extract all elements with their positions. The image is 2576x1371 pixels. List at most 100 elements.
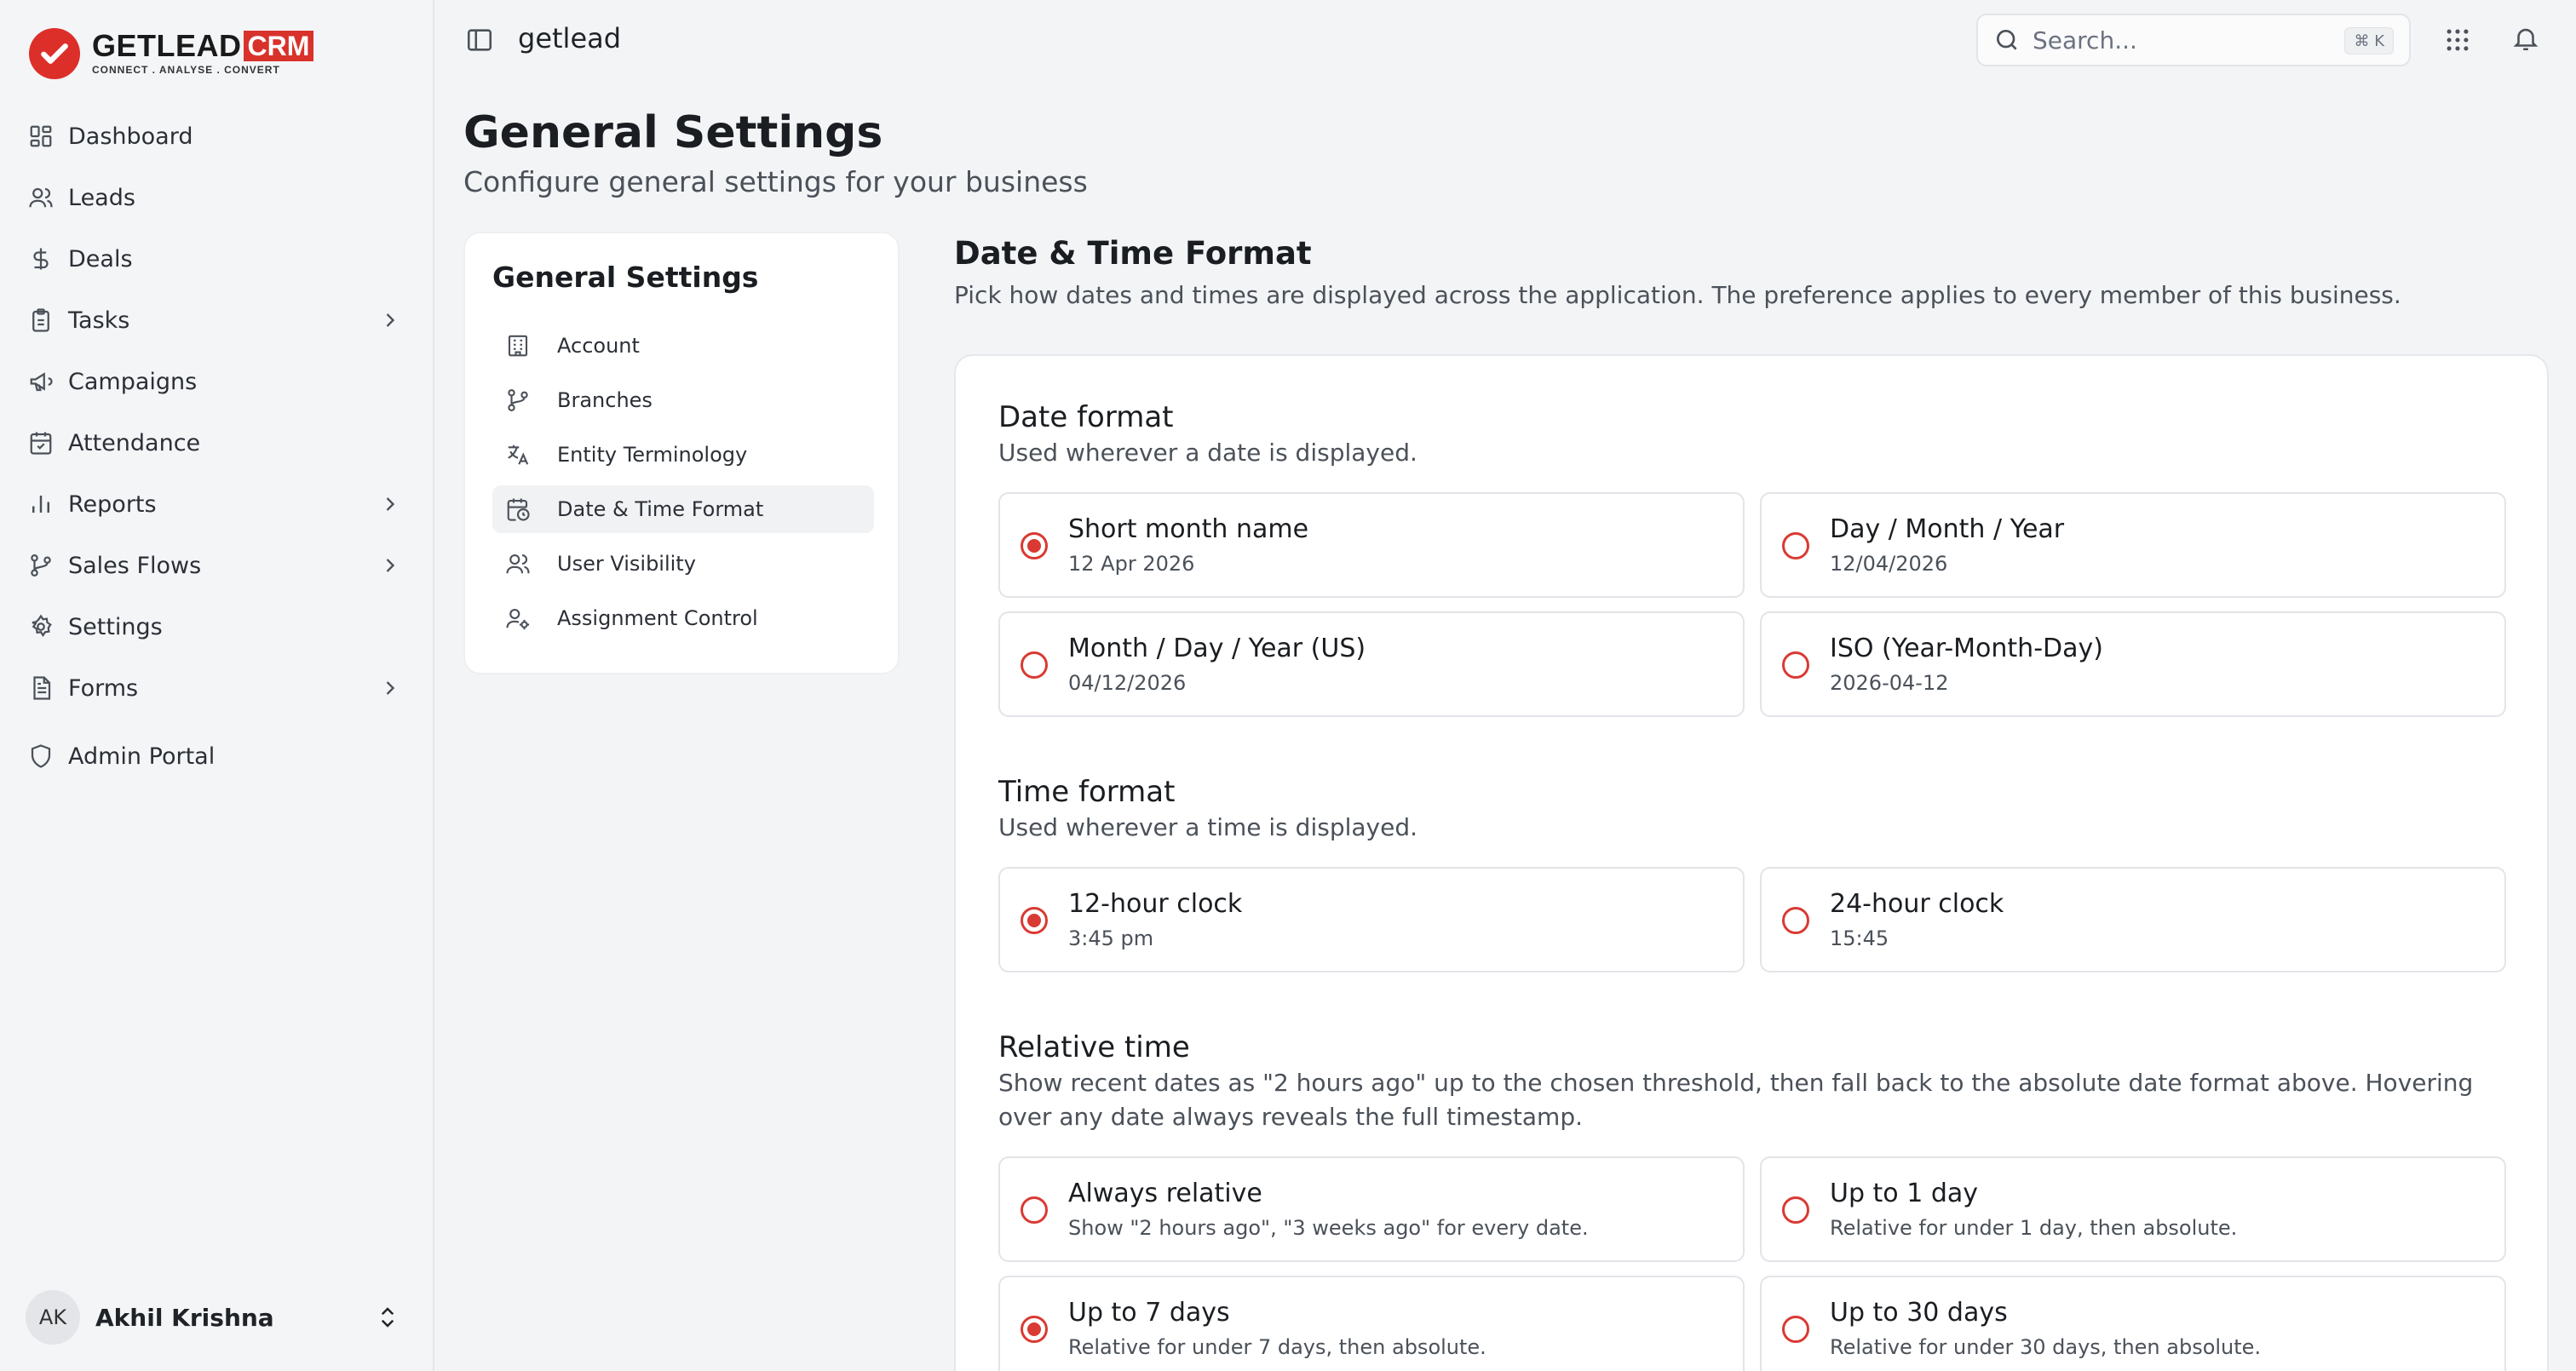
checkmark-logo-icon [29, 28, 80, 79]
sidebar-item-label: Campaigns [68, 368, 198, 395]
option-label: Up to 30 days [1830, 1298, 2008, 1328]
sidebar-item-sales-flows[interactable]: Sales Flows [15, 535, 421, 596]
sidebar-toggle-icon[interactable] [465, 26, 496, 56]
calendar-check-icon [27, 429, 55, 456]
date-format-option-short-month[interactable]: Short month name 12 Apr 2026 [998, 492, 1745, 598]
time-format-option-12h[interactable]: 12-hour clock 3:45 pm [998, 867, 1745, 972]
settings-menu-item-assignment-control[interactable]: Assignment Control [492, 594, 874, 642]
settings-menu-item-account[interactable]: Account [492, 322, 874, 370]
settings-menu-item-branches[interactable]: Branches [492, 376, 874, 424]
date-time-settings-card: Date format Used wherever a date is disp… [954, 354, 2549, 1371]
settings-menu-label: Assignment Control [557, 606, 758, 630]
sidebar-item-admin-portal[interactable]: Admin Portal [15, 726, 421, 787]
date-format-title: Date format [998, 400, 1174, 434]
workspace-name[interactable]: getlead [518, 22, 621, 54]
brand-logo[interactable]: GETLEAD CRM CONNECT . ANALYSE . CONVERT [29, 27, 314, 80]
sidebar-item-leads[interactable]: Leads [15, 167, 421, 228]
option-label: ISO (Year-Month-Day) [1830, 634, 2103, 663]
settings-menu-card: General Settings Account Branches Entity… [463, 232, 900, 674]
chevron-right-icon[interactable] [378, 308, 402, 332]
date-format-option-dmy[interactable]: Day / Month / Year 12/04/2026 [1760, 492, 2506, 598]
relative-time-title: Relative time [998, 1030, 1190, 1064]
radio-selected[interactable] [1021, 907, 1048, 934]
git-branch-icon [27, 552, 55, 579]
brand-name: GETLEAD [92, 28, 242, 63]
relative-time-description: Show recent dates as "2 hours ago" up to… [998, 1069, 2474, 1131]
option-example: Relative for under 30 days, then absolut… [1830, 1335, 2262, 1359]
settings-menu-title: General Settings [492, 261, 759, 294]
chevron-right-icon[interactable] [378, 554, 402, 577]
calendar-clock-icon [504, 496, 532, 523]
sidebar-item-label: Leads [68, 184, 135, 211]
radio-unselected[interactable] [1021, 1196, 1048, 1224]
time-format-title: Time format [998, 775, 1176, 809]
users-icon [504, 550, 532, 577]
settings-menu-label: Account [557, 334, 640, 358]
shield-icon [27, 743, 55, 770]
sidebar-item-label: Reports [68, 490, 157, 518]
sidebar-nav: Dashboard Leads Deals Tasks Campaigns At… [15, 106, 421, 787]
page-title: General Settings [463, 107, 883, 158]
sidebar-item-label: Attendance [68, 429, 201, 456]
section-title: Date & Time Format [954, 235, 1312, 272]
option-label: Always relative [1068, 1179, 1262, 1208]
search-placeholder: Search... [2033, 26, 2137, 54]
radio-unselected[interactable] [1782, 907, 1809, 934]
radio-selected[interactable] [1021, 1316, 1048, 1343]
relative-time-option-30-days[interactable]: Up to 30 days Relative for under 30 days… [1760, 1276, 2506, 1371]
date-format-option-mdy[interactable]: Month / Day / Year (US) 04/12/2026 [998, 611, 1745, 717]
radio-unselected[interactable] [1782, 1196, 1809, 1224]
dashboard-icon [27, 123, 55, 150]
sidebar-item-label: Dashboard [68, 123, 193, 150]
users-icon [27, 184, 55, 211]
settings-menu-label: Entity Terminology [557, 443, 748, 467]
settings-menu-label: Branches [557, 388, 653, 412]
sidebar-item-attendance[interactable]: Attendance [15, 412, 421, 473]
radio-selected[interactable] [1021, 532, 1048, 559]
radio-unselected[interactable] [1782, 532, 1809, 559]
option-example: Show "2 hours ago", "3 weeks ago" for ev… [1068, 1216, 1589, 1240]
sidebar-item-forms[interactable]: Forms [15, 657, 421, 719]
sidebar-item-reports[interactable]: Reports [15, 473, 421, 535]
sidebar-item-campaigns[interactable]: Campaigns [15, 351, 421, 412]
clipboard-icon [27, 307, 55, 334]
date-format-description: Used wherever a date is displayed. [998, 439, 1417, 467]
form-icon [27, 674, 55, 702]
user-menu[interactable]: AK Akhil Krishna [26, 1288, 409, 1347]
option-example: 15:45 [1830, 926, 1889, 950]
option-example: 3:45 pm [1068, 926, 1154, 950]
radio-unselected[interactable] [1021, 651, 1048, 679]
gear-icon [27, 613, 55, 640]
megaphone-icon [27, 368, 55, 395]
option-example: 2026-04-12 [1830, 671, 1949, 695]
option-example: Relative for under 7 days, then absolute… [1068, 1335, 1486, 1359]
settings-menu-item-user-visibility[interactable]: User Visibility [492, 540, 874, 588]
user-gear-icon [504, 605, 532, 632]
settings-menu-item-entity-terminology[interactable]: Entity Terminology [492, 431, 874, 479]
radio-unselected[interactable] [1782, 651, 1809, 679]
chevrons-up-down-icon[interactable] [375, 1305, 400, 1330]
relative-time-option-7-days[interactable]: Up to 7 days Relative for under 7 days, … [998, 1276, 1745, 1371]
option-label: Day / Month / Year [1830, 514, 2065, 544]
sidebar-item-deals[interactable]: Deals [15, 228, 421, 290]
apps-grid-icon[interactable] [2443, 26, 2472, 54]
time-format-option-24h[interactable]: 24-hour clock 15:45 [1760, 867, 2506, 972]
search-input[interactable]: Search... ⌘ K [1976, 14, 2411, 66]
sidebar-item-tasks[interactable]: Tasks [15, 290, 421, 351]
settings-menu-item-date-time-format[interactable]: Date & Time Format [492, 485, 874, 533]
relative-time-option-always[interactable]: Always relative Show "2 hours ago", "3 w… [998, 1156, 1745, 1262]
relative-time-option-1-day[interactable]: Up to 1 day Relative for under 1 day, th… [1760, 1156, 2506, 1262]
option-label: 12-hour clock [1068, 889, 1243, 919]
bell-icon[interactable] [2511, 24, 2542, 54]
sidebar-item-label: Settings [68, 613, 163, 640]
chevron-right-icon[interactable] [378, 676, 402, 700]
settings-menu: Account Branches Entity Terminology Date… [492, 322, 874, 649]
date-format-option-iso[interactable]: ISO (Year-Month-Day) 2026-04-12 [1760, 611, 2506, 717]
sidebar-item-dashboard[interactable]: Dashboard [15, 106, 421, 167]
radio-unselected[interactable] [1782, 1316, 1809, 1343]
brand-crm: CRM [243, 31, 314, 61]
sidebar-item-settings[interactable]: Settings [15, 596, 421, 657]
branch-icon [504, 387, 532, 414]
chevron-right-icon[interactable] [378, 492, 402, 516]
settings-menu-label: Date & Time Format [557, 497, 764, 521]
